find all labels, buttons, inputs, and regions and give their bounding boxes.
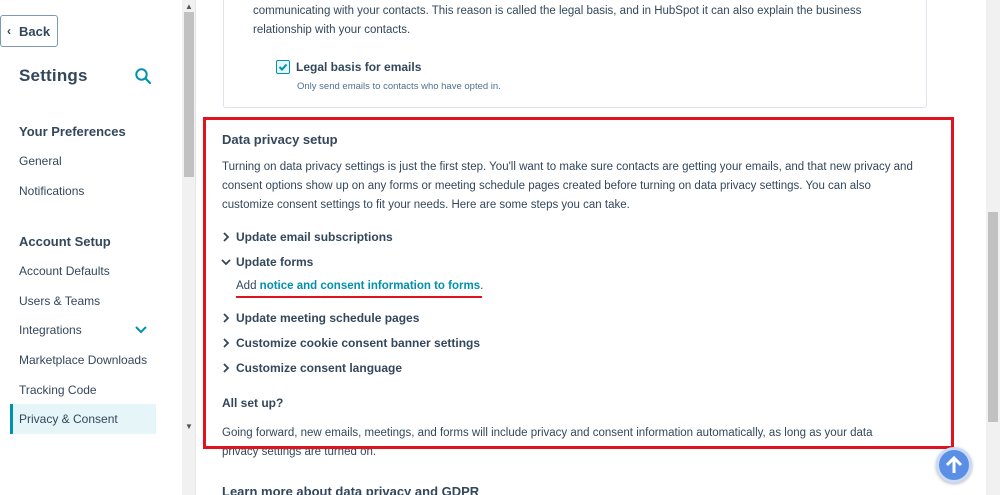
scroll-down-arrow-icon[interactable]: ▼ [184,422,194,432]
chevron-right-icon [223,313,230,323]
legal-basis-card: communicating with your contacts. This r… [223,0,927,108]
page-scrollbar-thumb[interactable] [988,212,998,422]
sidebar-item-general[interactable]: General [10,146,156,176]
step-update-meeting-schedule-pages[interactable]: Update meeting schedule pages [220,311,419,325]
sidebar-item-integrations-label: Integrations [19,323,82,337]
main-content: communicating with your contacts. This r… [196,0,986,495]
sidebar-item-privacy-consent[interactable]: Privacy & Consent [10,404,156,434]
update-forms-instruction: Add notice and consent information to fo… [236,280,483,292]
step-label: Customize cookie consent banner settings [236,336,481,350]
arrow-up-icon [945,455,963,473]
sidebar-item-integrations[interactable]: Integrations [10,315,156,345]
all-set-up-title: All set up? [222,396,284,410]
step-label: Update email subscriptions [236,230,393,244]
back-button[interactable]: ‹ Back [0,15,58,47]
sidebar-item-tracking-code[interactable]: Tracking Code [10,375,156,405]
sidebar-item-account-defaults[interactable]: Account Defaults [10,256,156,286]
all-set-up-text: Going forward, new emails, meetings, and… [222,427,873,458]
scroll-to-top-button[interactable] [936,447,972,483]
section-heading-account-setup: Account Setup [19,234,111,249]
link-annotation-underline [236,296,482,298]
chevron-down-icon [221,259,231,266]
legal-basis-text: communicating with your contacts. This r… [253,5,862,36]
legal-basis-checkbox[interactable] [276,60,290,74]
sidebar-item-marketplace-downloads[interactable]: Marketplace Downloads [10,345,156,375]
step-label: Update forms [236,255,314,269]
chevron-right-icon [223,232,230,242]
chevron-right-icon [223,338,230,348]
step-customize-cookie-banner[interactable]: Customize cookie consent banner settings [220,336,480,350]
chevron-down-icon[interactable] [134,323,148,337]
data-privacy-setup-title: Data privacy setup [222,132,338,147]
data-privacy-intro: Turning on data privacy settings is just… [222,161,913,211]
step-label: Update meeting schedule pages [236,311,420,325]
step-update-forms[interactable]: Update forms [220,255,313,269]
back-label: Back [19,23,51,39]
settings-title: Settings [19,66,88,85]
step-customize-consent-language[interactable]: Customize consent language [220,361,402,375]
notice-consent-forms-link[interactable]: notice and consent information to forms [260,280,480,292]
chevron-right-icon [223,363,230,373]
chevron-left-icon: ‹ [7,24,11,38]
sidebar-item-users-teams[interactable]: Users & Teams [10,286,156,316]
sidebar-scrollbar-thumb[interactable] [184,12,194,177]
section-heading-your-preferences: Your Preferences [19,124,126,139]
legal-basis-checkbox-label: Legal basis for emails [296,60,422,74]
forms-prefix: Add [236,280,260,292]
legal-basis-help-text: Only send emails to contacts who have op… [297,81,501,92]
settings-sidebar: ‹ Back Settings Your Preferences General… [0,0,182,495]
step-label: Customize consent language [236,361,403,375]
scroll-up-arrow-icon[interactable]: ▲ [184,2,194,12]
sidebar-item-notifications[interactable]: Notifications [10,176,156,206]
learn-more-title: Learn more about data privacy and GDPR [222,484,480,495]
checkmark-icon [278,63,288,71]
legal-basis-checkbox-row[interactable]: Legal basis for emails [276,60,421,74]
forms-suffix: . [480,280,484,292]
step-update-email-subscriptions[interactable]: Update email subscriptions [220,230,393,244]
search-icon[interactable] [134,67,152,85]
